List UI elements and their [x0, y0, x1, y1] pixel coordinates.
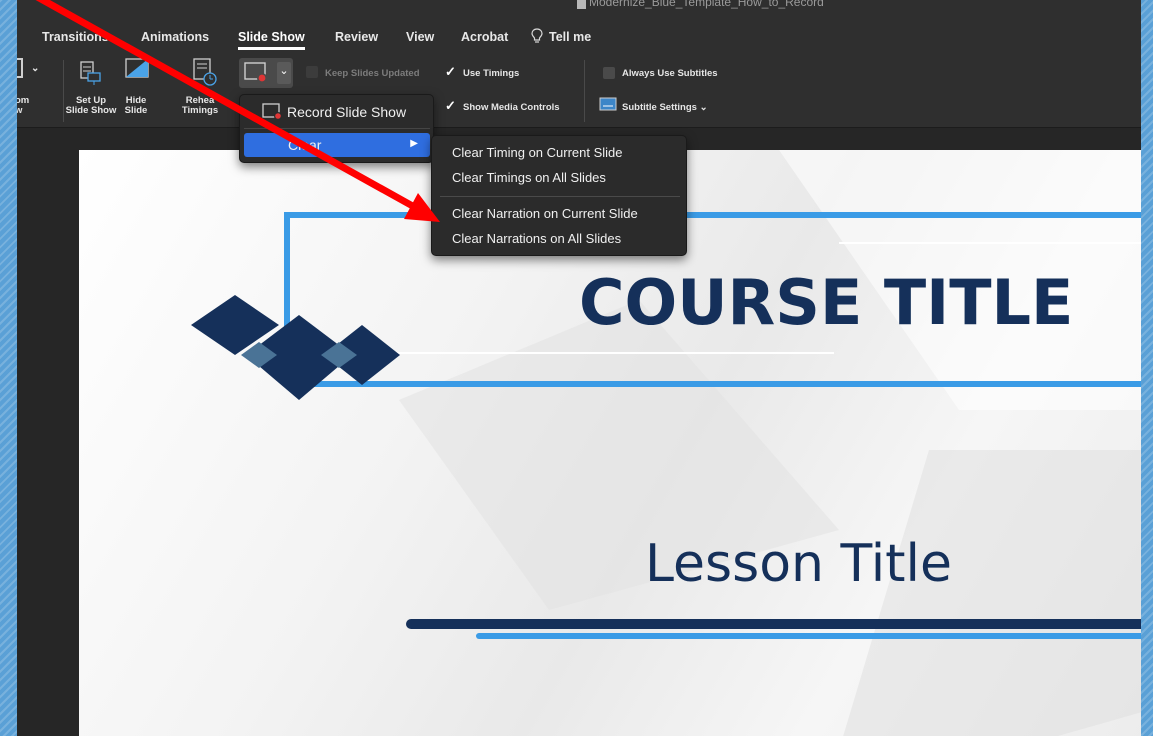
chevron-down-icon: ⌄ — [699, 102, 708, 113]
document-icon — [577, 0, 586, 9]
menu-divider — [244, 128, 430, 129]
tab-view[interactable]: View — [406, 30, 434, 44]
subtitle-settings-button[interactable]: Subtitle Settings ⌄ — [622, 102, 708, 113]
menu-item-clear-narration-current[interactable]: Clear Narration on Current Slide — [452, 206, 638, 221]
rehearse-timings-icon[interactable] — [192, 57, 218, 87]
clear-label: Clear — [288, 137, 322, 153]
record-dropdown-menu: Record Slide Show Clear ▶ — [239, 94, 434, 163]
tab-transitions[interactable]: Transitions — [42, 30, 109, 44]
powerpoint-window: Modernize_Blue_Template_How_to_Record Tr… — [17, 0, 1141, 736]
chevron-down-icon[interactable]: ⌄ — [277, 62, 291, 84]
keep-slides-updated-checkbox[interactable] — [306, 66, 318, 78]
tell-me-search[interactable]: Tell me — [549, 30, 591, 44]
keep-slides-updated-label: Keep Slides Updated — [325, 68, 420, 79]
course-title[interactable]: COURSE TITLE — [579, 266, 1073, 339]
show-media-controls-checkbox[interactable]: ✓ — [445, 98, 456, 114]
menu-item-clear-timing-current[interactable]: Clear Timing on Current Slide — [452, 145, 623, 160]
menu-divider — [440, 196, 680, 197]
submenu-arrow-icon: ▶ — [410, 138, 418, 149]
document-title: Modernize_Blue_Template_How_to_Record — [589, 0, 824, 9]
lesson-title[interactable]: Lesson Title — [645, 534, 952, 594]
tab-slide-show[interactable]: Slide Show — [238, 30, 305, 50]
clear-submenu: Clear Timing on Current Slide Clear Timi… — [431, 135, 687, 256]
lightbulb-icon — [531, 28, 543, 43]
use-timings-label: Use Timings — [463, 68, 520, 79]
hide-slide-button[interactable]: Hide Slide — [121, 96, 151, 116]
tab-acrobat[interactable]: Acrobat — [461, 30, 508, 44]
tab-animations[interactable]: Animations — [141, 30, 209, 44]
from-label-line2: w — [17, 105, 23, 116]
setup-slideshow-icon[interactable] — [79, 60, 101, 86]
subtitle-settings-label: Subtitle Settings — [622, 102, 697, 113]
use-timings-checkbox[interactable]: ✓ — [445, 64, 456, 80]
tab-review[interactable]: Review — [335, 30, 378, 44]
hide-label-line2: Slide — [124, 105, 148, 116]
ribbon-slide-show: ⌄ om w Set Up Slide Show Hide Slide Rehe… — [17, 54, 1141, 128]
record-slideshow-split-button[interactable]: ⌄ — [239, 58, 293, 88]
dropdown-caret-icon[interactable]: ⌄ — [31, 64, 39, 74]
menu-item-clear[interactable]: Clear ▶ — [244, 133, 430, 157]
always-use-subtitles-checkbox[interactable] — [603, 67, 615, 79]
record-slideshow-icon — [262, 103, 282, 120]
ribbon-divider — [584, 60, 585, 122]
record-slideshow-icon — [244, 62, 267, 83]
subtitle-settings-icon[interactable] — [599, 97, 617, 113]
always-use-subtitles-label: Always Use Subtitles — [622, 68, 718, 79]
record-slide-show-label: Record Slide Show — [287, 104, 407, 120]
play-from-icon[interactable] — [17, 58, 23, 78]
rehearse-timings-button[interactable]: Rehea Timings — [180, 96, 220, 116]
setup-label-line2: Slide Show — [65, 105, 117, 116]
from-current-slide-button[interactable]: om w — [17, 96, 29, 116]
ribbon-tab-bar: Transitions Animations Slide Show Review… — [17, 18, 1141, 54]
setup-slideshow-button[interactable]: Set Up Slide Show — [62, 96, 120, 116]
title-bar: Modernize_Blue_Template_How_to_Record — [17, 0, 1141, 18]
show-media-controls-label: Show Media Controls — [463, 102, 560, 113]
hide-slide-icon[interactable] — [125, 58, 149, 80]
rehearse-label-line2: Timings — [181, 105, 219, 116]
menu-item-clear-timings-all[interactable]: Clear Timings on All Slides — [452, 170, 606, 185]
menu-item-clear-narrations-all[interactable]: Clear Narrations on All Slides — [452, 231, 621, 246]
menu-item-record-slide-show[interactable]: Record Slide Show — [244, 99, 430, 123]
